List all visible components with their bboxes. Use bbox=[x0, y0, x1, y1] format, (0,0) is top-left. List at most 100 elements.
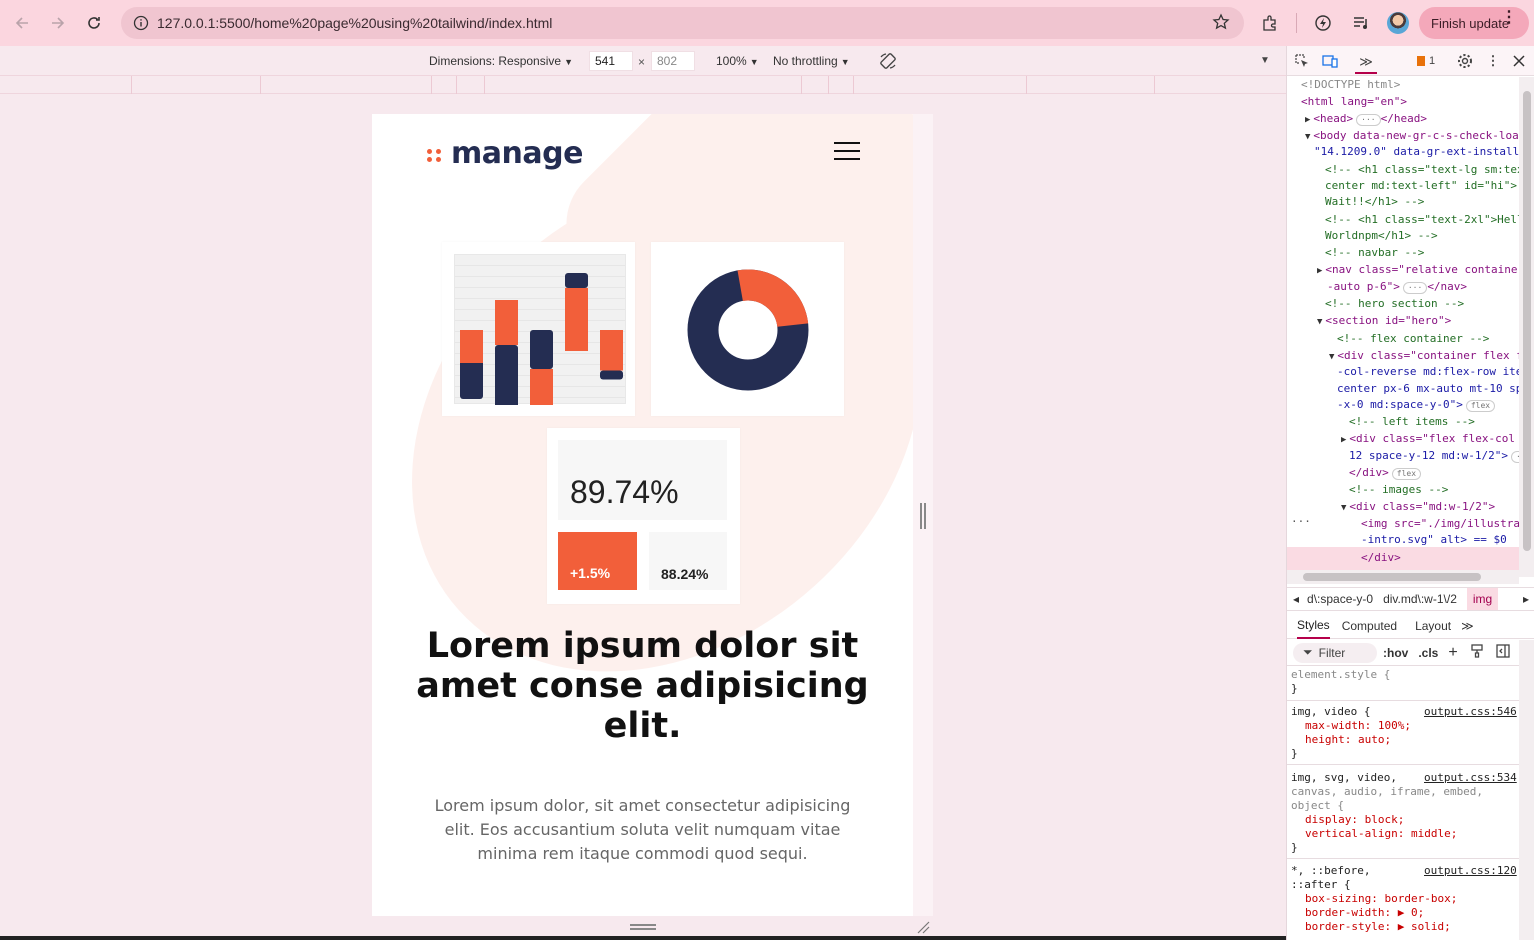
flex-badge[interactable]: flex bbox=[1465, 400, 1496, 412]
height-input[interactable] bbox=[651, 51, 695, 71]
style-rule[interactable]: *, ::before, output.css:120 ::after { bo… bbox=[1291, 864, 1517, 934]
dom-line-nav[interactable]: ▶ <nav class="relative container bbox=[1317, 262, 1519, 279]
dom-comment[interactable]: <!-- flex container --> bbox=[1337, 331, 1489, 347]
dom-line[interactable]: 12 space-y-12 md:w-1/2">··· bbox=[1349, 448, 1519, 464]
ellipsis-badge[interactable]: ··· bbox=[1510, 451, 1519, 463]
extensions-icon[interactable] bbox=[1258, 11, 1282, 35]
tab-layout[interactable]: Layout bbox=[1415, 614, 1451, 638]
viewport-resize-handle-bottom[interactable] bbox=[630, 924, 656, 930]
dom-line[interactable]: </div> bbox=[1361, 550, 1401, 566]
bookmark-star-icon[interactable] bbox=[1212, 13, 1230, 36]
new-rule-icon[interactable]: + bbox=[1448, 644, 1457, 662]
cls-toggle[interactable]: .cls bbox=[1418, 646, 1438, 660]
reload-button[interactable] bbox=[76, 5, 112, 41]
dom-line[interactable]: <html lang="en"> bbox=[1301, 94, 1407, 110]
more-vert-icon[interactable]: ⋮ bbox=[1501, 10, 1517, 26]
dom-comment[interactable]: Wait!!</h1> --> bbox=[1325, 194, 1424, 210]
throttling-dropdown[interactable]: No throttling ▼ bbox=[773, 54, 850, 68]
toggle-sidebar-icon[interactable] bbox=[1496, 644, 1510, 661]
dom-line-div[interactable]: ▼ <div class="md:w-1/2"> bbox=[1341, 499, 1495, 516]
url-text[interactable]: 127.0.0.1:5500/home%20page%20using%20tai… bbox=[157, 15, 552, 31]
rule-source-link[interactable]: output.css:534 bbox=[1424, 771, 1517, 785]
breadcrumb-forward-icon[interactable]: ▸ bbox=[1523, 592, 1529, 606]
dom-line[interactable]: -auto p-6"> ··· </nav> bbox=[1327, 279, 1467, 295]
dom-line[interactable]: <!DOCTYPE html> bbox=[1301, 77, 1400, 93]
styles-scrollbar[interactable] bbox=[1519, 640, 1534, 940]
dom-comment[interactable]: Worldnpm</h1> --> bbox=[1325, 228, 1438, 244]
zoom-dropdown[interactable]: 100% ▼ bbox=[716, 54, 759, 68]
expand-triangle-icon[interactable]: ▶ bbox=[1317, 266, 1322, 276]
elements-horizontal-scrollbar[interactable] bbox=[1287, 570, 1519, 584]
dom-line[interactable]: "14.1209.0" data-gr-ext-installe bbox=[1314, 144, 1519, 160]
dom-line[interactable]: </div> flex bbox=[1349, 465, 1422, 481]
settings-gear-icon[interactable] bbox=[1456, 52, 1474, 70]
dom-comment[interactable]: center md:text-left" id="hi"> bbox=[1325, 178, 1517, 194]
dom-line-section[interactable]: ▼ <section id="hero"> bbox=[1317, 313, 1451, 330]
dom-line-div[interactable]: ▶ <div class="flex flex-col bbox=[1341, 431, 1515, 448]
breadcrumb-item-selected[interactable]: img bbox=[1466, 588, 1499, 610]
more-tabs-icon[interactable]: ≫ bbox=[1461, 614, 1474, 638]
rule-source-link[interactable]: output.css:120 bbox=[1424, 864, 1517, 878]
forward-button[interactable] bbox=[40, 5, 76, 41]
dom-comment[interactable]: <!-- hero section --> bbox=[1325, 296, 1464, 312]
style-rule[interactable]: img, svg, video, output.css:534 canvas, … bbox=[1291, 771, 1517, 855]
dom-line[interactable]: -col-reverse md:flex-row ite bbox=[1337, 364, 1519, 380]
rule-declaration[interactable]: vertical-align: middle; bbox=[1291, 827, 1483, 841]
width-input[interactable] bbox=[589, 51, 633, 71]
collapse-triangle-icon[interactable]: ▼ bbox=[1305, 132, 1310, 142]
site-info-icon[interactable] bbox=[125, 15, 157, 31]
device-toggle-icon[interactable] bbox=[1321, 52, 1339, 70]
hov-toggle[interactable]: :hov bbox=[1383, 646, 1408, 660]
breadcrumb-item[interactable]: div.md\:w-1\/2 bbox=[1383, 592, 1457, 606]
rule-declaration[interactable]: display: block; bbox=[1291, 813, 1483, 827]
back-button[interactable] bbox=[4, 5, 40, 41]
collapse-triangle-icon[interactable]: ▼ bbox=[1341, 503, 1346, 513]
ellipsis-badge[interactable]: ··· bbox=[1402, 282, 1428, 294]
rule-declaration[interactable]: border-width: ▶ 0; bbox=[1291, 906, 1457, 920]
address-bar[interactable]: 127.0.0.1:5500/home%20page%20using%20tai… bbox=[121, 7, 1244, 39]
finish-update-button[interactable]: Finish update ⋮ bbox=[1419, 7, 1529, 39]
hamburger-menu-button[interactable] bbox=[834, 142, 860, 160]
dom-line-img[interactable]: <img src="./img/illustra bbox=[1361, 516, 1519, 532]
rotate-icon[interactable] bbox=[878, 51, 898, 74]
dom-comment[interactable]: <!-- left items --> bbox=[1349, 414, 1475, 430]
dom-comment[interactable]: <!-- images --> bbox=[1349, 482, 1448, 498]
dom-comment[interactable]: <!-- navbar --> bbox=[1325, 245, 1424, 261]
device-options-caret-icon[interactable]: ▼ bbox=[1260, 55, 1270, 66]
style-rule[interactable]: img, video { output.css:546 max-width: 1… bbox=[1291, 705, 1517, 761]
rule-declaration[interactable]: border-style: ▶ solid; bbox=[1291, 920, 1457, 934]
inspect-element-icon[interactable] bbox=[1293, 52, 1311, 70]
dimensions-dropdown[interactable]: Dimensions: Responsive ▼ bbox=[429, 54, 573, 68]
dom-comment[interactable]: <!-- <h1 class="text-2xl">Hell bbox=[1325, 212, 1519, 228]
dom-line-head[interactable]: ▶ <head> ··· </head> bbox=[1305, 111, 1427, 128]
rule-source-link[interactable]: output.css:546 bbox=[1424, 705, 1517, 719]
resize-corner-icon[interactable] bbox=[916, 920, 930, 934]
collapse-triangle-icon[interactable]: ▼ bbox=[1329, 352, 1334, 362]
performance-icon[interactable] bbox=[1311, 11, 1335, 35]
paint-brush-icon[interactable] bbox=[1470, 644, 1484, 661]
elements-vertical-scrollbar[interactable] bbox=[1519, 77, 1534, 577]
flex-badge[interactable]: flex bbox=[1391, 468, 1422, 480]
ellipsis-badge[interactable]: ··· bbox=[1356, 114, 1381, 126]
node-actions-ellipsis-icon[interactable]: ··· bbox=[1291, 514, 1311, 530]
media-controls-icon[interactable] bbox=[1349, 11, 1373, 35]
breadcrumb-back-icon[interactable]: ◂ bbox=[1293, 592, 1299, 606]
viewport-resize-handle-right[interactable] bbox=[920, 503, 926, 529]
tab-computed[interactable]: Computed bbox=[1342, 614, 1397, 638]
dom-comment[interactable]: <!-- <h1 class="text-lg sm:tex bbox=[1325, 162, 1519, 178]
rule-declaration[interactable]: max-width: 100%; bbox=[1291, 719, 1411, 733]
issues-badge[interactable]: 1 bbox=[1411, 52, 1441, 70]
expand-triangle-icon[interactable]: ▶ bbox=[1341, 435, 1346, 445]
dom-line-body[interactable]: ▼ <body data-new-gr-c-s-check-loa bbox=[1305, 128, 1519, 145]
devtools-menu-icon[interactable]: ⋮ bbox=[1484, 52, 1502, 70]
dom-line[interactable]: -x-0 md:space-y-0"> flex bbox=[1337, 397, 1496, 413]
dom-line[interactable]: center px-6 mx-auto mt-10 sp bbox=[1337, 381, 1519, 397]
breadcrumb-item[interactable]: d\:space-y-0 bbox=[1307, 592, 1373, 606]
collapse-triangle-icon[interactable]: ▼ bbox=[1317, 317, 1322, 327]
close-devtools-icon[interactable] bbox=[1510, 52, 1528, 70]
tab-styles[interactable]: Styles bbox=[1297, 613, 1330, 639]
style-rule[interactable]: element.style { } bbox=[1291, 668, 1390, 696]
filter-input[interactable]: ⏷ Filter bbox=[1293, 642, 1377, 663]
dom-line-div[interactable]: ▼ <div class="container flex f bbox=[1329, 348, 1519, 365]
site-logo[interactable]: manage bbox=[427, 136, 583, 171]
